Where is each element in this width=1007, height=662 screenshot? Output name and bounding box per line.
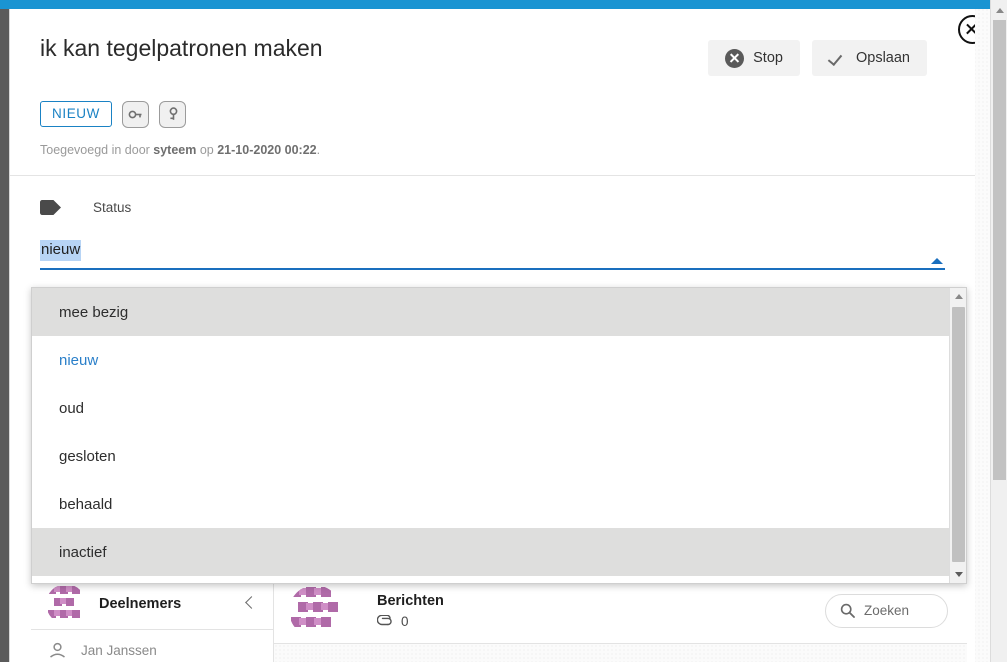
berichten-avatar (289, 584, 341, 637)
stop-button[interactable]: Stop (708, 40, 800, 76)
scroll-up-icon[interactable] (950, 288, 967, 305)
meta-prefix: Toegevoegd in door (40, 143, 154, 157)
background-left-strip (0, 8, 9, 662)
top-bar-cut-text: · · · · · · · · · · · · · · · · · · (0, 0, 1007, 3)
deelnemers-title: Deelnemers (99, 595, 182, 612)
status-badge[interactable]: NIEUW (40, 100, 112, 128)
key-icon[interactable] (122, 100, 149, 128)
person-icon (48, 642, 67, 658)
bottom-panels: Deelnemers Jan Janssen Berichten 0 Zoeke… (31, 578, 967, 662)
screen-root: · · · · · · · · · · · · · · · · · · ik k… (0, 0, 1007, 662)
deelnemers-avatar (46, 583, 86, 624)
status-field-label: Status (93, 199, 132, 215)
berichten-body (274, 644, 967, 662)
member-name: Jan Janssen (81, 642, 157, 658)
dropdown-option[interactable]: behaald (32, 480, 949, 528)
search-placeholder: Zoeken (864, 603, 910, 618)
badge-row: NIEUW (10, 94, 975, 134)
window-scroll-up-icon[interactable] (991, 2, 1007, 19)
berichten-info: Berichten 0 (377, 593, 444, 629)
dropdown-option[interactable]: oud (32, 384, 949, 432)
dropdown-option[interactable]: gesloten (32, 432, 949, 480)
dropdown-option[interactable]: inactief (32, 528, 949, 576)
chevron-up-icon[interactable] (931, 258, 943, 264)
deelnemers-header: Deelnemers (31, 578, 273, 630)
save-button-label: Opslaan (855, 50, 910, 66)
panel-berichten: Berichten 0 Zoeken (274, 578, 967, 662)
stop-button-label: Stop (753, 50, 783, 66)
berichten-title: Berichten (377, 592, 444, 609)
status-field-label-row: Status (40, 196, 945, 218)
header-actions: Stop Opslaan (708, 40, 927, 76)
detail-modal: ik kan tegelpatronen maken Stop Opslaan … (9, 9, 975, 662)
berichten-attachments: 0 (377, 614, 444, 629)
search-input[interactable]: Zoeken (825, 593, 948, 628)
dropdown-option[interactable]: nieuw (32, 336, 949, 384)
chevron-left-icon[interactable] (245, 595, 258, 609)
tag-icon (40, 199, 62, 215)
status-field-block: Status nieuw (10, 176, 975, 270)
dropdown-scrollbar-thumb[interactable] (952, 307, 965, 562)
meta-line: Toegevoegd in door syteem op 21-10-2020 … (10, 134, 975, 157)
status-dropdown-list[interactable]: mee bezig nieuw oud gesloten behaald ina… (31, 287, 967, 584)
meta-user: syteem (153, 143, 197, 157)
meta-middle: op (196, 143, 218, 157)
list-item[interactable]: Jan Janssen (31, 630, 273, 658)
meta-suffix: . (316, 143, 321, 157)
attachment-count: 0 (401, 613, 409, 629)
save-button[interactable]: Opslaan (811, 40, 927, 76)
scroll-down-icon[interactable] (950, 566, 967, 583)
search-icon (840, 603, 855, 618)
stop-icon (725, 48, 745, 68)
modal-header: ik kan tegelpatronen maken Stop Opslaan (10, 9, 975, 94)
window-scrollbar[interactable] (990, 0, 1007, 662)
dropdown-scrollbar[interactable] (949, 288, 966, 583)
berichten-header: Berichten 0 Zoeken (274, 578, 967, 644)
status-select-value[interactable]: nieuw (40, 240, 82, 261)
dropdown-option[interactable]: mee bezig (32, 288, 949, 336)
key-rotated-icon[interactable] (159, 100, 186, 128)
paperclip-icon (377, 614, 394, 628)
dropdown-options: mee bezig nieuw oud gesloten behaald ina… (32, 288, 949, 583)
status-select[interactable]: nieuw (40, 240, 945, 270)
status-select-underline (40, 268, 945, 270)
check-icon (829, 49, 847, 67)
top-blue-bar: · · · · · · · · · · · · · · · · · · (0, 0, 1007, 9)
close-icon[interactable] (958, 15, 975, 44)
panel-deelnemers: Deelnemers Jan Janssen (31, 578, 274, 662)
window-scrollbar-thumb[interactable] (993, 20, 1006, 480)
deelnemers-body: Jan Janssen (31, 630, 273, 662)
meta-datetime: 21-10-2020 00:22 (217, 143, 317, 157)
